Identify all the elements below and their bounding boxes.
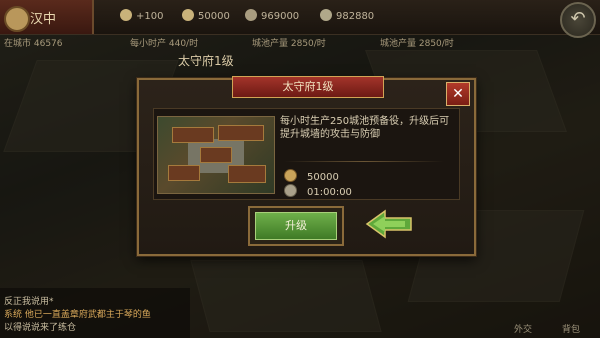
nav-diplomacy[interactable]: 外交 (514, 322, 532, 335)
upgrade-button-frame: 升级 (248, 206, 344, 246)
building-description: 每小时生产250城池预备役，升级后可提升城墙的攻击与防御 (280, 116, 450, 140)
divider (284, 161, 444, 162)
resource-food: 50000 (182, 9, 230, 22)
chat-line: 系统 他已一直盖章府武都主于琴的鱼 (4, 310, 151, 320)
upgrade-button[interactable]: 升级 (255, 212, 337, 240)
troop-icon (120, 9, 132, 21)
resource-wood: 982880 (320, 9, 374, 22)
stat-production: 每小时产 440/时 (130, 39, 199, 49)
dialog-title: 太守府1级 (232, 76, 384, 98)
nav-backpack[interactable]: 背包 (562, 322, 580, 335)
city-emblem-icon (4, 6, 30, 32)
coin-icon (245, 9, 257, 21)
close-button[interactable]: ✕ (446, 82, 470, 106)
building-name-label: 太守府1级 (178, 54, 234, 68)
building-thumbnail (157, 116, 275, 194)
chat-line: 以得说说来了练仓 (4, 323, 77, 333)
city-stats-bar: 在城市 46576 每小时产 440/时 城池产量 2850/时 城池产量 28… (0, 36, 600, 50)
close-icon: ✕ (452, 86, 464, 102)
stat-population: 在城市 46576 (4, 39, 63, 49)
back-arrow-icon: ↶ (570, 8, 586, 29)
stat-city-output-2: 城池产量 2850/时 (380, 39, 454, 49)
upgrade-cost: 50000 (284, 169, 339, 183)
city-name: 汉中 (30, 12, 57, 27)
chat-line: 反正我说用* (4, 297, 54, 307)
wood-icon (320, 9, 332, 21)
building-info-panel: 每小时生产250城池预备役，升级后可提升城墙的攻击与防御 50000 01:00… (153, 108, 460, 200)
resource-coin: 969000 (245, 9, 299, 22)
top-bar: 汉中 +100 50000 969000 982880 ↶ (0, 0, 600, 38)
chat-box[interactable]: 反正我说用* 系统 他已一直盖章府武都主于琴的鱼 以得说说来了练仓 (0, 288, 190, 338)
tutorial-pointer-arrow-icon (365, 209, 412, 239)
city-tab[interactable]: 汉中 (0, 0, 94, 34)
coin-icon (284, 169, 297, 182)
upgrade-time: 01:00:00 (284, 184, 352, 198)
resource-troops: +100 (120, 9, 163, 22)
stat-city-output: 城池产量 2850/时 (252, 39, 326, 49)
food-icon (182, 9, 194, 21)
bottom-nav: 外交 背包 (500, 320, 600, 338)
clock-icon (284, 184, 297, 197)
upgrade-dialog: 太守府1级 ✕ 每小时生产250城池预备役，升级后可提升城墙的攻击与防御 500… (137, 76, 476, 256)
back-button[interactable]: ↶ (560, 2, 596, 38)
